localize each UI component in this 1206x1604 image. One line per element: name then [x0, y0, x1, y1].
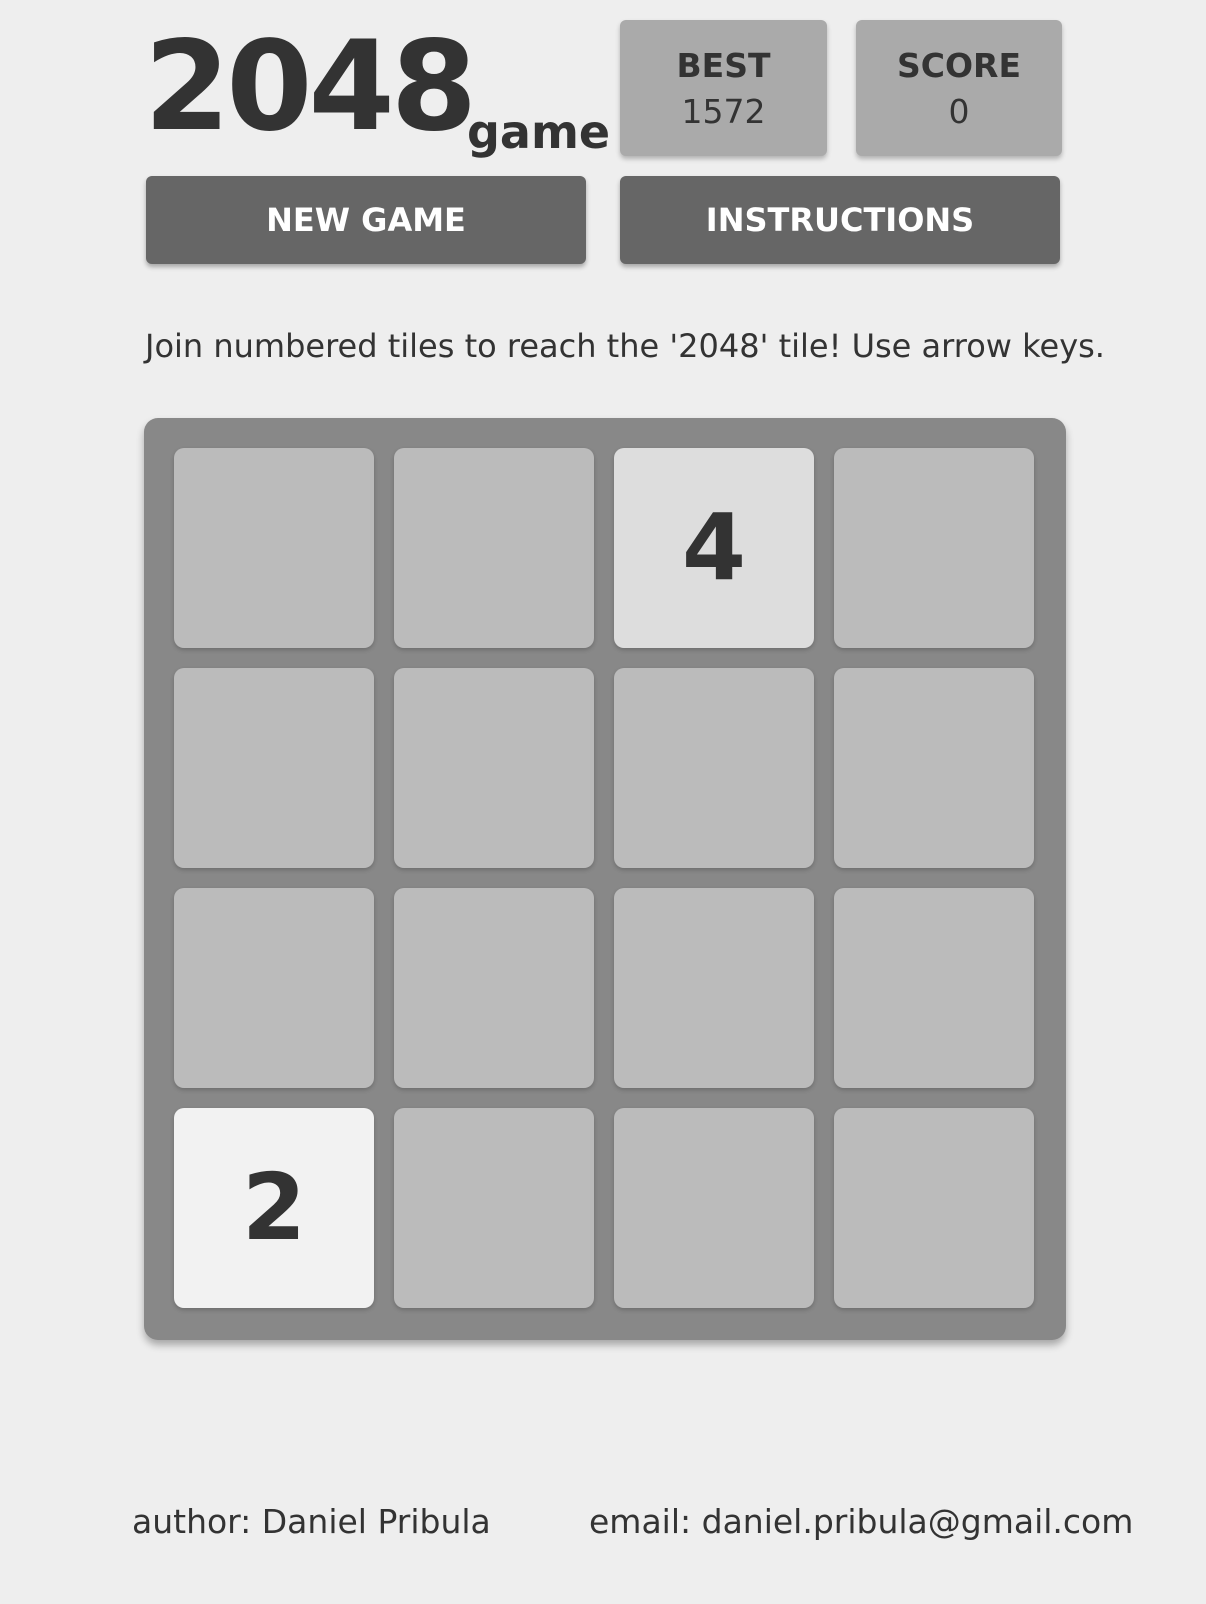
empty-cell	[614, 668, 814, 868]
empty-cell	[614, 1108, 814, 1308]
best-score-value: 1572	[681, 92, 766, 131]
game-title: 2048	[144, 15, 477, 159]
current-score-box: SCORE 0	[856, 20, 1062, 156]
best-score-box: BEST 1572	[620, 20, 827, 156]
footer-email: email: daniel.pribula@gmail.com	[589, 1502, 1134, 1541]
empty-cell	[174, 888, 374, 1088]
empty-cell	[394, 888, 594, 1088]
instructions-button[interactable]: INSTRUCTIONS	[620, 176, 1060, 264]
empty-cell	[834, 448, 1034, 648]
tile: 2	[174, 1108, 374, 1308]
empty-cell	[834, 888, 1034, 1088]
empty-cell	[394, 668, 594, 868]
footer-author: author: Daniel Pribula	[132, 1502, 491, 1541]
empty-cell	[614, 888, 814, 1088]
current-score-value: 0	[948, 92, 970, 131]
empty-cell	[394, 1108, 594, 1308]
best-score-label: BEST	[676, 46, 771, 85]
empty-cell	[174, 668, 374, 868]
game-board[interactable]: 42	[144, 418, 1066, 1340]
new-game-button[interactable]: NEW GAME	[146, 176, 586, 264]
empty-cell	[394, 448, 594, 648]
game-page: 2048 game BEST 1572 SCORE 0 NEW GAME INS…	[0, 0, 1206, 1604]
empty-cell	[834, 1108, 1034, 1308]
empty-cell	[174, 448, 374, 648]
intro-text: Join numbered tiles to reach the '2048' …	[145, 327, 1105, 365]
tile: 4	[614, 448, 814, 648]
game-subtitle: game	[467, 105, 611, 159]
current-score-label: SCORE	[897, 46, 1021, 85]
empty-cell	[834, 668, 1034, 868]
